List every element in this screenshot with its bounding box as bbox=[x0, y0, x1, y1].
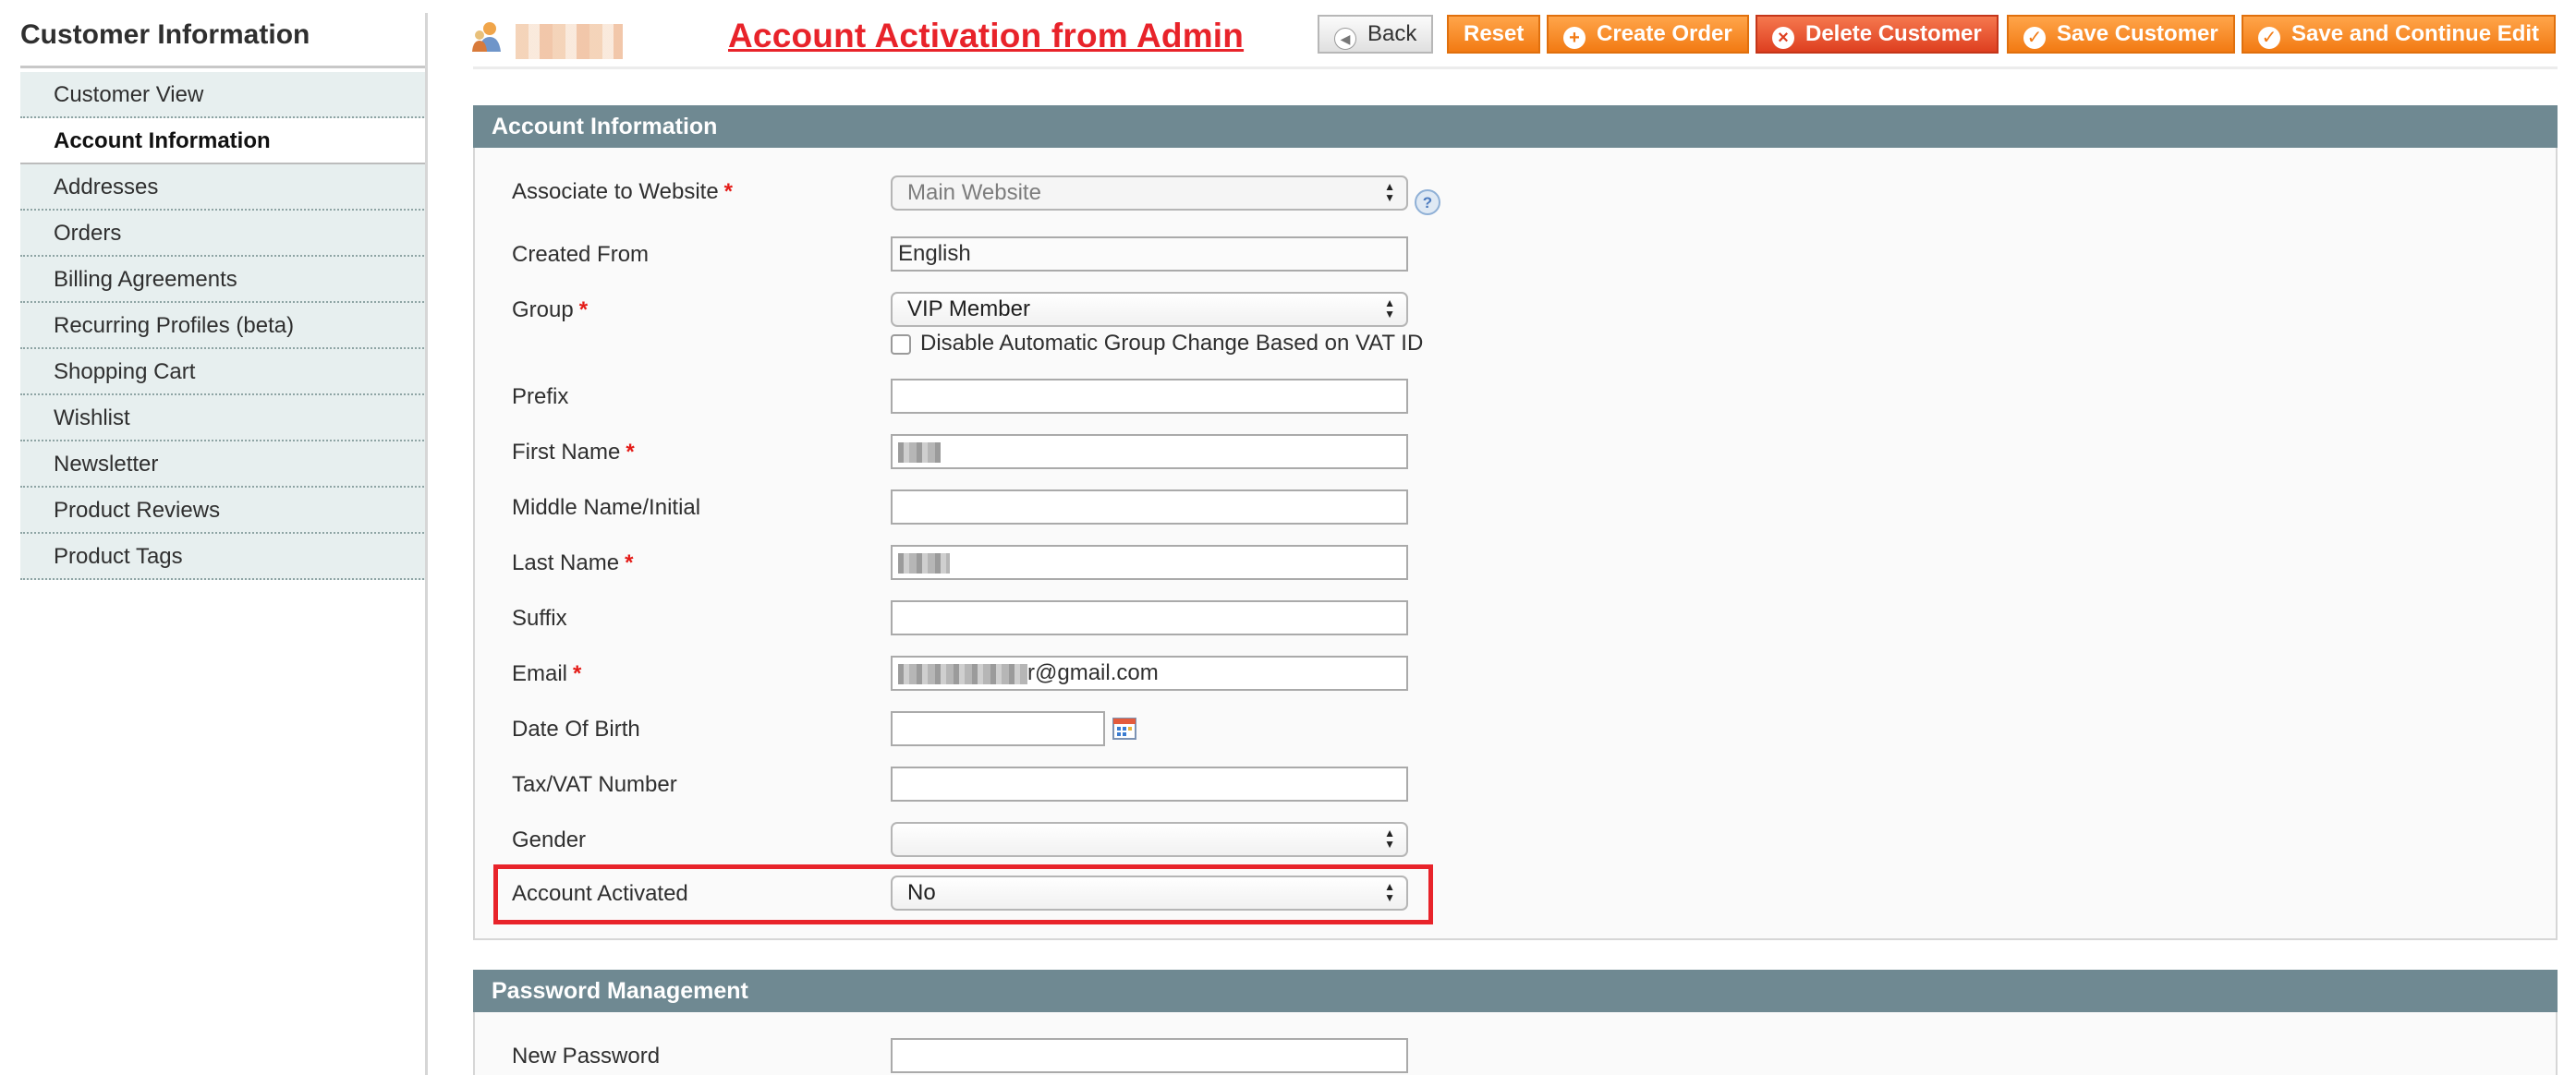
help-icon[interactable]: ? bbox=[1414, 188, 1441, 216]
new-password-field[interactable] bbox=[891, 1038, 1408, 1073]
save-and-continue-label: Save and Continue Edit bbox=[2291, 21, 2540, 46]
plus-icon: + bbox=[1563, 27, 1586, 49]
sidebar-item-shopping-cart[interactable]: Shopping Cart bbox=[20, 349, 427, 395]
first-name-field[interactable] bbox=[891, 434, 1408, 469]
account-activated-select[interactable]: No ▲ ▼ bbox=[891, 876, 1408, 911]
back-button[interactable]: ◀ Back bbox=[1318, 15, 1434, 54]
sidebar-title: Customer Information bbox=[20, 13, 427, 68]
website-select[interactable]: Main Website ▲ ▼ bbox=[891, 175, 1408, 211]
sidebar-item-account-information[interactable]: Account Information bbox=[20, 118, 427, 164]
last-name-label: Last Name * bbox=[512, 550, 634, 575]
select-arrows-icon: ▲ ▼ bbox=[1384, 296, 1395, 320]
select-arrows-icon: ▲ ▼ bbox=[1384, 827, 1395, 851]
prefix-field[interactable] bbox=[891, 379, 1408, 414]
created-from-label: Created From bbox=[512, 242, 650, 267]
checkmark-icon: ✓ bbox=[2258, 27, 2280, 49]
new-password-label: New Password bbox=[512, 1044, 661, 1069]
sidebar-item-newsletter[interactable]: Newsletter bbox=[20, 441, 427, 488]
suffix-label: Suffix bbox=[512, 606, 567, 631]
header-separator bbox=[473, 66, 2558, 69]
dob-field[interactable] bbox=[891, 711, 1105, 746]
sidebar-item-product-tags[interactable]: Product Tags bbox=[20, 534, 427, 580]
calendar-icon[interactable] bbox=[1112, 717, 1136, 741]
select-arrows-icon: ▲ ▼ bbox=[1384, 880, 1395, 904]
taxvat-field[interactable] bbox=[891, 767, 1408, 802]
account-information-body bbox=[473, 148, 2558, 940]
password-management-header: Password Management bbox=[473, 970, 2558, 1012]
create-order-button[interactable]: + Create Order bbox=[1547, 15, 1749, 54]
website-label: Associate to Website * bbox=[512, 179, 734, 204]
sidebar-item-customer-view[interactable]: Customer View bbox=[20, 72, 427, 118]
back-arrow-icon: ◀ bbox=[1334, 28, 1356, 50]
last-name-field[interactable] bbox=[891, 545, 1408, 580]
redacted-first-name bbox=[898, 441, 941, 463]
disable-group-change-label: Disable Automatic Group Change Based on … bbox=[920, 331, 1424, 356]
delete-customer-label: Delete Customer bbox=[1805, 21, 1982, 46]
delete-customer-button[interactable]: × Delete Customer bbox=[1756, 15, 1999, 54]
sidebar-tab-list: Customer View Account Information Addres… bbox=[20, 72, 427, 580]
dob-label: Date Of Birth bbox=[512, 717, 640, 742]
redacted-last-name bbox=[898, 552, 950, 574]
page-title: Account Activation from Admin bbox=[728, 17, 1245, 54]
select-arrows-icon: ▲ ▼ bbox=[1384, 180, 1395, 204]
sidebar-item-wishlist[interactable]: Wishlist bbox=[20, 395, 427, 441]
back-button-label: Back bbox=[1367, 21, 1417, 46]
redacted-email-prefix bbox=[898, 663, 1027, 684]
sidebar-item-recurring-profiles[interactable]: Recurring Profiles (beta) bbox=[20, 303, 427, 349]
create-order-label: Create Order bbox=[1597, 21, 1732, 46]
disable-group-change-checkbox[interactable] bbox=[891, 334, 911, 355]
created-from-field: English bbox=[891, 236, 1408, 272]
checkmark-icon: ✓ bbox=[2023, 27, 2046, 49]
middle-name-field[interactable] bbox=[891, 489, 1408, 525]
password-management-body bbox=[473, 1012, 2558, 1075]
email-label: Email * bbox=[512, 661, 582, 686]
suffix-field[interactable] bbox=[891, 600, 1408, 635]
group-select[interactable]: VIP Member ▲ ▼ bbox=[891, 292, 1408, 327]
account-information-header: Account Information bbox=[473, 105, 2558, 148]
group-label: Group * bbox=[512, 297, 589, 322]
delete-icon: × bbox=[1772, 27, 1794, 49]
prefix-label: Prefix bbox=[512, 384, 569, 409]
customer-info-sidebar: Customer Information Customer View Accou… bbox=[20, 13, 427, 580]
sidebar-item-billing-agreements[interactable]: Billing Agreements bbox=[20, 257, 427, 303]
middle-name-label: Middle Name/Initial bbox=[512, 495, 701, 520]
sidebar-item-addresses[interactable]: Addresses bbox=[20, 164, 427, 211]
first-name-label: First Name * bbox=[512, 440, 635, 465]
save-customer-button[interactable]: ✓ Save Customer bbox=[2007, 15, 2235, 54]
save-and-continue-button[interactable]: ✓ Save and Continue Edit bbox=[2242, 15, 2557, 54]
customer-icon bbox=[472, 22, 501, 52]
sidebar-item-orders[interactable]: Orders bbox=[20, 211, 427, 257]
taxvat-label: Tax/VAT Number bbox=[512, 772, 677, 797]
gender-select[interactable]: ▲ ▼ bbox=[891, 822, 1408, 857]
email-field[interactable]: r@gmail.com bbox=[891, 656, 1408, 691]
sidebar-item-product-reviews[interactable]: Product Reviews bbox=[20, 488, 427, 534]
account-activated-label: Account Activated bbox=[512, 881, 688, 906]
customer-name-redacted bbox=[516, 24, 623, 59]
sidebar-divider bbox=[425, 13, 428, 1075]
save-customer-label: Save Customer bbox=[2057, 21, 2218, 46]
reset-button[interactable]: Reset bbox=[1447, 15, 1541, 54]
reset-button-label: Reset bbox=[1464, 21, 1525, 46]
svg-text:?: ? bbox=[1423, 194, 1432, 211]
gender-label: Gender bbox=[512, 827, 587, 852]
